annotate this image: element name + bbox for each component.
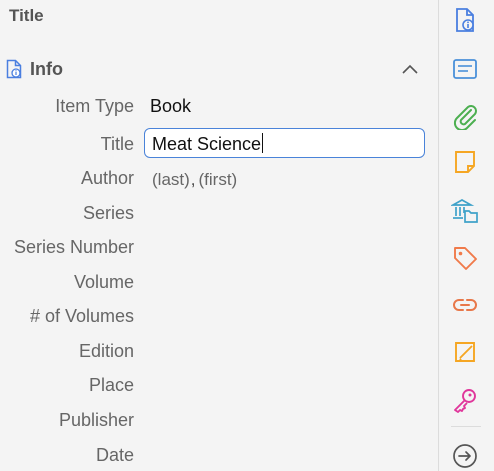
section-title: Info xyxy=(30,59,63,79)
field-label: Publisher xyxy=(58,410,134,430)
field-label: Edition xyxy=(78,341,134,361)
field-label: Author xyxy=(80,168,134,188)
field-label: Title xyxy=(100,134,134,154)
info-document-icon xyxy=(6,59,22,79)
field-label: Item Type xyxy=(55,96,134,116)
field-label: Place xyxy=(88,375,134,395)
field-row-edition[interactable]: Edition xyxy=(0,337,438,367)
author-last-field[interactable]: (last) xyxy=(152,170,190,189)
field-label: # of Volumes xyxy=(29,306,134,326)
field-label: Volume xyxy=(73,272,134,292)
notes-icon[interactable] xyxy=(451,148,479,176)
info-section-header[interactable]: Info xyxy=(0,52,438,86)
field-row-volume[interactable]: Volume xyxy=(0,268,438,298)
abstract-icon[interactable] xyxy=(451,55,479,83)
field-row-title: Title Meat Science xyxy=(0,128,438,160)
chevron-up-icon[interactable] xyxy=(398,61,422,77)
info-document-icon[interactable] xyxy=(451,6,479,34)
item-pane: Title Info Item Type Book Title Meat Sci… xyxy=(0,0,438,471)
field-row-publisher[interactable]: Publisher xyxy=(0,406,438,436)
annotations-icon[interactable] xyxy=(451,338,479,366)
field-row-item-type: Item Type Book xyxy=(0,92,438,122)
field-row-series[interactable]: Series xyxy=(0,199,438,229)
field-label: Series Number xyxy=(13,237,134,257)
related-icon[interactable] xyxy=(451,290,479,318)
field-row-num-volumes[interactable]: # of Volumes xyxy=(0,302,438,332)
field-row-place[interactable]: Place xyxy=(0,371,438,401)
sidenav-divider xyxy=(451,426,481,427)
field-label: Date xyxy=(95,445,134,465)
field-row-date[interactable]: Date xyxy=(0,441,438,471)
attachments-icon[interactable] xyxy=(451,102,479,130)
locate-arrow-icon[interactable] xyxy=(451,442,479,470)
item-type-value[interactable]: Book xyxy=(150,96,191,117)
title-value: Meat Science xyxy=(152,134,262,154)
libraries-collections-icon[interactable] xyxy=(451,196,479,224)
author-first-field[interactable]: (first) xyxy=(199,170,238,189)
field-row-author: Author (last), (first) xyxy=(0,164,438,194)
field-row-series-number[interactable]: Series Number xyxy=(0,233,438,263)
title-input[interactable]: Meat Science xyxy=(144,128,425,158)
field-label: Series xyxy=(82,203,134,223)
locate-key-icon[interactable] xyxy=(451,386,479,414)
sidenav xyxy=(438,0,494,471)
author-name-fields: (last), (first) xyxy=(152,169,237,190)
pane-title: Title xyxy=(9,6,44,25)
tags-icon[interactable] xyxy=(451,244,479,272)
author-separator: , xyxy=(190,170,196,189)
text-caret xyxy=(262,133,264,153)
